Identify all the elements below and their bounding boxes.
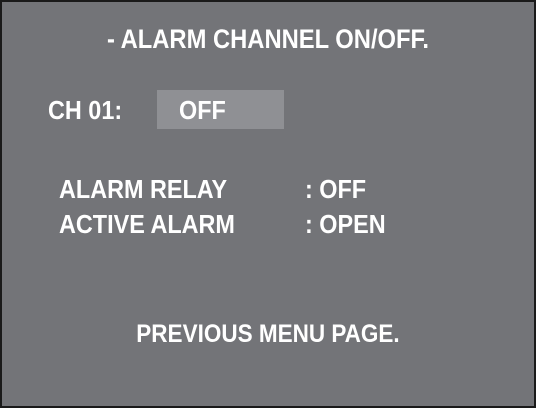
active-alarm-value[interactable]: : OPEN <box>305 209 386 240</box>
osd-menu-screen: - ALARM CHANNEL ON/OFF. CH 01: OFF ALARM… <box>0 0 536 408</box>
menu-title: - ALARM CHANNEL ON/OFF. <box>106 24 430 54</box>
alarm-relay-label: ALARM RELAY <box>59 174 228 204</box>
previous-menu-page-link[interactable]: PREVIOUS MENU PAGE. <box>29 320 508 349</box>
channel-value: OFF <box>179 95 226 125</box>
channel-value-selector[interactable]: OFF <box>157 90 284 129</box>
channel-label: CH 01: <box>48 95 123 125</box>
active-alarm-label: ACTIVE ALARM <box>59 209 235 239</box>
alarm-relay-value[interactable]: : OFF <box>305 174 366 205</box>
